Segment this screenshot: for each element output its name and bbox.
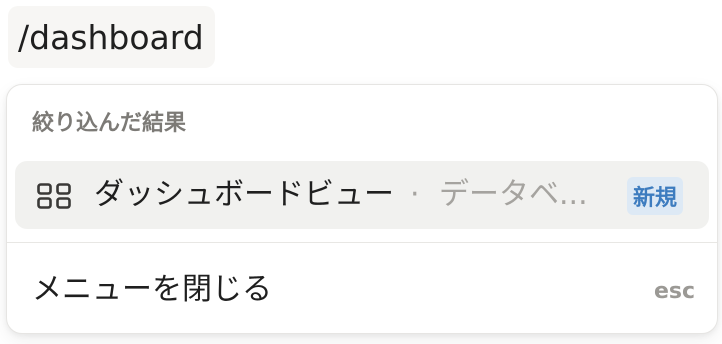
esc-shortcut-hint: esc [653,279,695,304]
slash-command-menu: 絞り込んだ結果 ダッシュボードビュー · データベ... 新規 メニューを閉じる… [6,84,718,334]
menu-item-subtitle: データベ... [439,177,588,212]
close-menu-label: メニューを閉じる [32,272,272,307]
slash-command-text[interactable]: /dashboard [8,6,215,68]
divider [7,242,717,243]
grid-icon [37,183,71,209]
new-badge: 新規 [627,177,684,215]
menu-item-dashboard-view[interactable]: ダッシュボードビュー · データベ... 新規 [15,161,709,229]
page-root: /dashboard 絞り込んだ結果 ダッシュボードビュー · データベ... … [0,0,722,344]
close-menu-item[interactable]: メニューを閉じる esc [15,257,709,323]
menu-item-separator: · [410,177,420,212]
menu-item-title: ダッシュボードビュー [94,177,394,212]
section-label: 絞り込んだ結果 [32,111,187,136]
